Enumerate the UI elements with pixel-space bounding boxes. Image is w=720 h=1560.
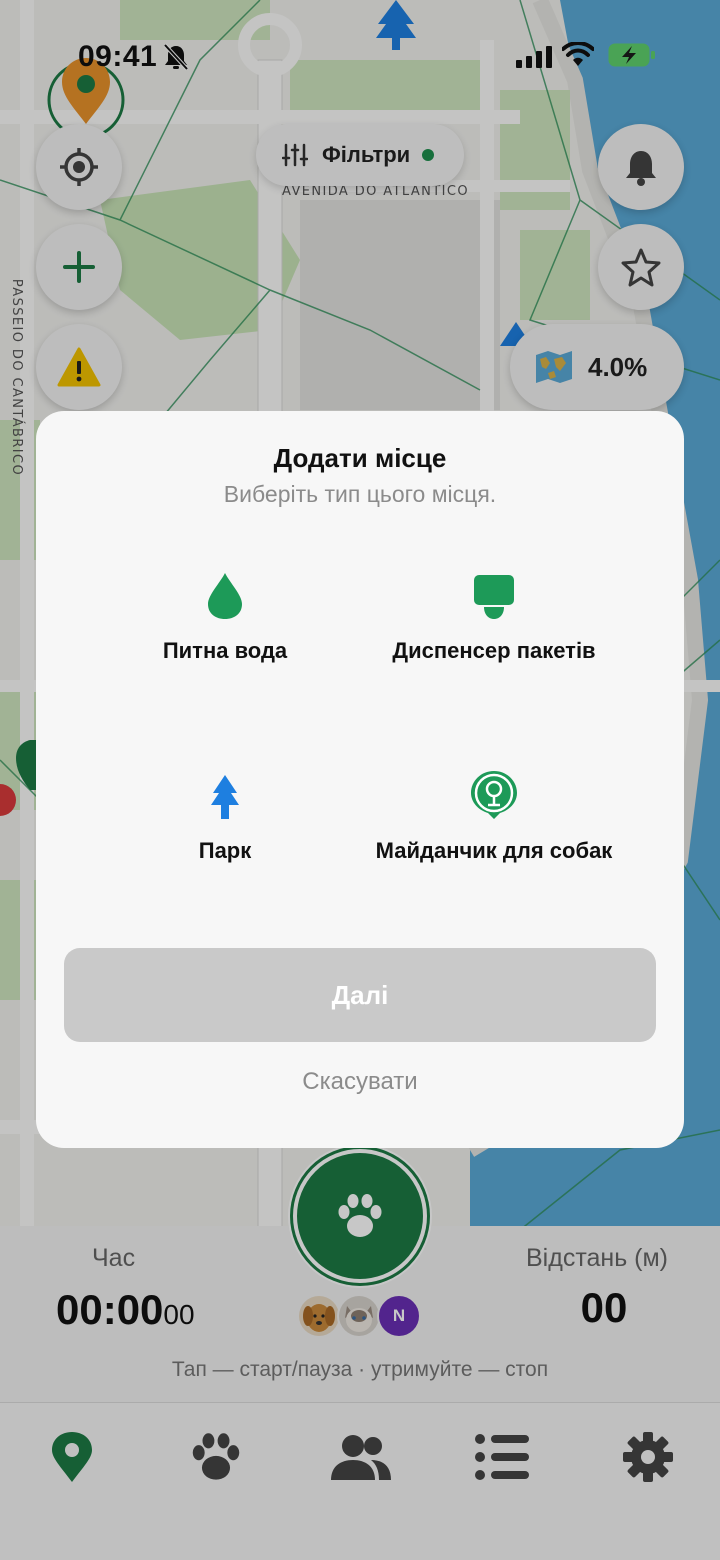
option-park[interactable]: Парк: [85, 765, 365, 867]
option-dog-park[interactable]: Майданчик для собак: [354, 765, 634, 867]
bag-dispenser-icon: [474, 575, 514, 619]
option-drinking-water[interactable]: Питна вода: [85, 565, 365, 667]
cancel-button[interactable]: Скасувати: [36, 1068, 684, 1096]
option-label: Парк: [198, 838, 252, 863]
add-place-dialog: Додати місце Виберіть тип цього місця. П…: [36, 411, 684, 1148]
dialog-title: Додати місце: [273, 443, 447, 473]
dialog-subtitle: Виберіть тип цього місця.: [223, 481, 497, 507]
option-bag-dispenser[interactable]: Диспенсер пакетів: [354, 565, 634, 667]
next-button[interactable]: Далі: [64, 948, 656, 1042]
water-drop-icon: [208, 573, 242, 619]
tree-icon: [211, 775, 239, 819]
dog-park-icon: [471, 771, 517, 819]
option-label: Питна вода: [162, 638, 288, 663]
option-label: Майданчик для собак: [375, 838, 613, 863]
option-label: Диспенсер пакетів: [392, 638, 596, 663]
